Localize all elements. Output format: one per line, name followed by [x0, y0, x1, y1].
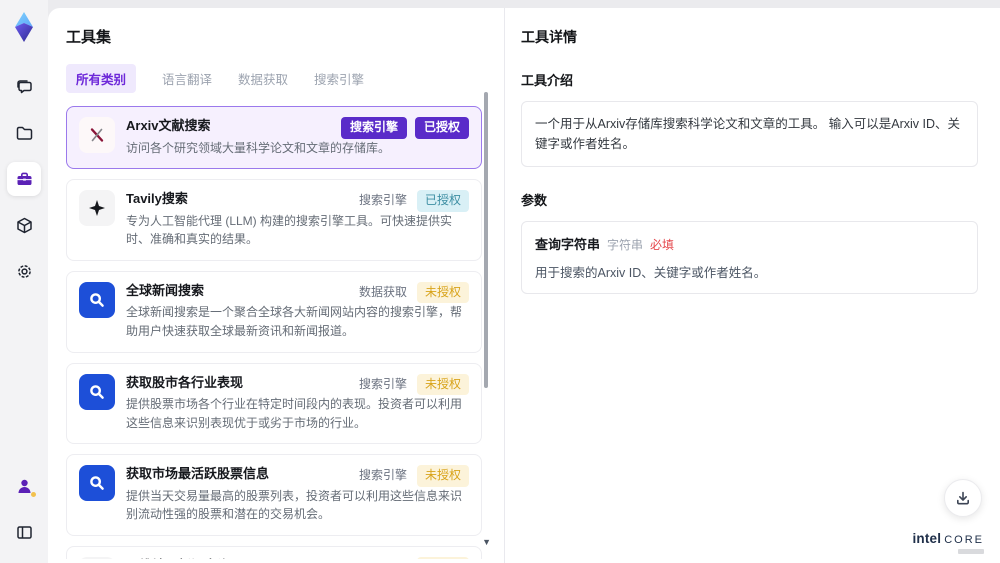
tool-card[interactable]: 万维地区新闻查询 查询具体行政区划内的新闻，快速了解各地新闻动态 搜索引擎 未授… [66, 546, 482, 559]
tool-description: 专为人工智能代理 (LLM) 构建的搜索引擎工具。可快速提供实时、准确和真实的结… [126, 213, 453, 247]
stock-search-icon [90, 384, 104, 399]
tool-icon [79, 190, 115, 227]
tool-icon [79, 465, 115, 502]
user-status-dot [31, 492, 36, 497]
brand-intel-text: intel [912, 531, 942, 546]
arxiv-icon [90, 128, 104, 142]
tool-card[interactable]: 获取市场最活跃股票信息 提供当天交易量最高的股票列表，投资者可以利用这些信息来识… [66, 454, 482, 537]
category-badge: 搜索引擎 [358, 468, 407, 483]
page-title: 工具集 [66, 29, 112, 46]
intro-heading: 工具介绍 [521, 73, 574, 88]
auth-status-badge: 未授权 [416, 281, 469, 304]
nav-rail [0, 0, 48, 563]
tool-card[interactable]: 全球新闻搜索 全球新闻搜索是一个聚合全球各大新闻网站内容的搜索引擎，帮助用户快速… [66, 270, 482, 353]
category-badge: 搜索引擎 [357, 557, 409, 559]
category-tab-1[interactable]: 语言翻译 [162, 69, 212, 88]
files-nav-icon[interactable] [7, 116, 41, 150]
parameter-description: 用于搜索的Arxiv ID、关键字或作者姓名。 [535, 266, 767, 280]
parameter-required-flag: 必填 [650, 238, 675, 252]
category-badge: 搜索引擎 [358, 193, 407, 208]
tool-icon [79, 557, 115, 559]
settings-nav-icon[interactable] [7, 254, 41, 288]
parameter-name: 查询字符串 [535, 237, 601, 252]
tool-card[interactable]: Tavily搜索 专为人工智能代理 (LLM) 构建的搜索引擎工具。可快速提供实… [66, 179, 482, 261]
category-tab-0[interactable]: 所有类别 [66, 64, 137, 93]
category-tab-3[interactable]: 搜索引擎 [314, 69, 364, 88]
plugins-nav-icon[interactable] [7, 208, 41, 242]
tools-list-panel: 工具集 所有类别 语言翻译 数据获取 搜索引擎 Arxiv文献搜索 访问各个研究领域大… [48, 8, 505, 563]
stock-search-icon [90, 476, 104, 491]
tavily-star-icon [89, 200, 105, 217]
auth-status-badge: 已授权 [416, 190, 469, 212]
user-avatar-icon[interactable] [7, 469, 41, 503]
tool-description: 提供当天交易量最高的股票列表，投资者可以利用这些信息来识别流动性强的股票和潜在的… [126, 488, 463, 522]
auth-status-badge: 未授权 [416, 465, 469, 487]
auth-status-badge: 未授权 [416, 373, 469, 396]
tool-icon [79, 117, 115, 153]
app-window: 工具集 所有类别 语言翻译 数据获取 搜索引擎 Arxiv文献搜索 访问各个研究领域大… [0, 0, 1000, 563]
main-content: 工具集 所有类别 语言翻译 数据获取 搜索引擎 Arxiv文献搜索 访问各个研究领域大… [48, 8, 1000, 563]
collapse-panel-icon[interactable] [7, 515, 41, 549]
parameter-type: 字符串 [607, 238, 644, 252]
tool-description: 访问各个研究领域大量科学论文和文章的存储库。 [126, 140, 391, 155]
tool-icon [79, 281, 115, 318]
category-badge: 数据获取 [358, 284, 407, 299]
tool-icon [79, 373, 115, 410]
tool-card[interactable]: Arxiv文献搜索 访问各个研究领域大量科学论文和文章的存储库。 搜索引擎 已授… [66, 106, 482, 170]
detail-title: 工具详情 [521, 29, 577, 45]
params-list: 查询字符串 字符串 必填 用于搜索的Arxiv ID、关键字或作者姓名。 [521, 221, 978, 294]
category-badge: 搜索引擎 [340, 117, 407, 139]
params-heading: 参数 [521, 193, 548, 208]
scroll-down-arrow[interactable]: ▼ [482, 538, 491, 547]
toolbox-nav-icon[interactable] [7, 162, 41, 196]
category-tab-2[interactable]: 数据获取 [238, 69, 288, 88]
tool-detail-panel: 工具详情 工具介绍 一个用于从Arxiv存储库搜索科学论文和文章的工具。 输入可… [505, 8, 1000, 563]
intel-core-logo: intel CORE [912, 531, 984, 554]
app-logo-icon [7, 10, 41, 44]
download-icon [957, 491, 969, 505]
tool-description: 全球新闻搜索是一个聚合全球各大新闻网站内容的搜索引擎，帮助用户快速获取全球最新资… [126, 305, 463, 339]
parameter-card: 查询字符串 字符串 必填 用于搜索的Arxiv ID、关键字或作者姓名。 [521, 221, 978, 294]
intro-text: 一个用于从Arxiv存储库搜索科学论文和文章的工具。 输入可以是Arxiv ID… [535, 117, 961, 151]
news-search-icon [90, 293, 104, 307]
brand-sub-mark [958, 549, 984, 554]
tool-list: Arxiv文献搜索 访问各个研究领域大量科学论文和文章的存储库。 搜索引擎 已授… [66, 106, 482, 559]
category-tabs: 所有类别 语言翻译 数据获取 搜索引擎 [66, 64, 504, 93]
tool-card[interactable]: 获取股市各行业表现 提供股票市场各个行业在特定时间段内的表现。投资者可以利用这些… [66, 362, 482, 445]
auth-status-badge: 已授权 [414, 117, 469, 139]
tool-description: 提供股票市场各个行业在特定时间段内的表现。投资者可以利用这些信息来识别表现优于或… [126, 397, 463, 430]
chat-nav-icon[interactable] [7, 70, 41, 104]
download-button[interactable] [944, 479, 982, 517]
brand-core-text: CORE [944, 534, 984, 546]
category-badge: 搜索引擎 [358, 376, 407, 391]
auth-status-badge: 未授权 [416, 557, 469, 559]
list-scrollbar[interactable] [484, 92, 488, 388]
